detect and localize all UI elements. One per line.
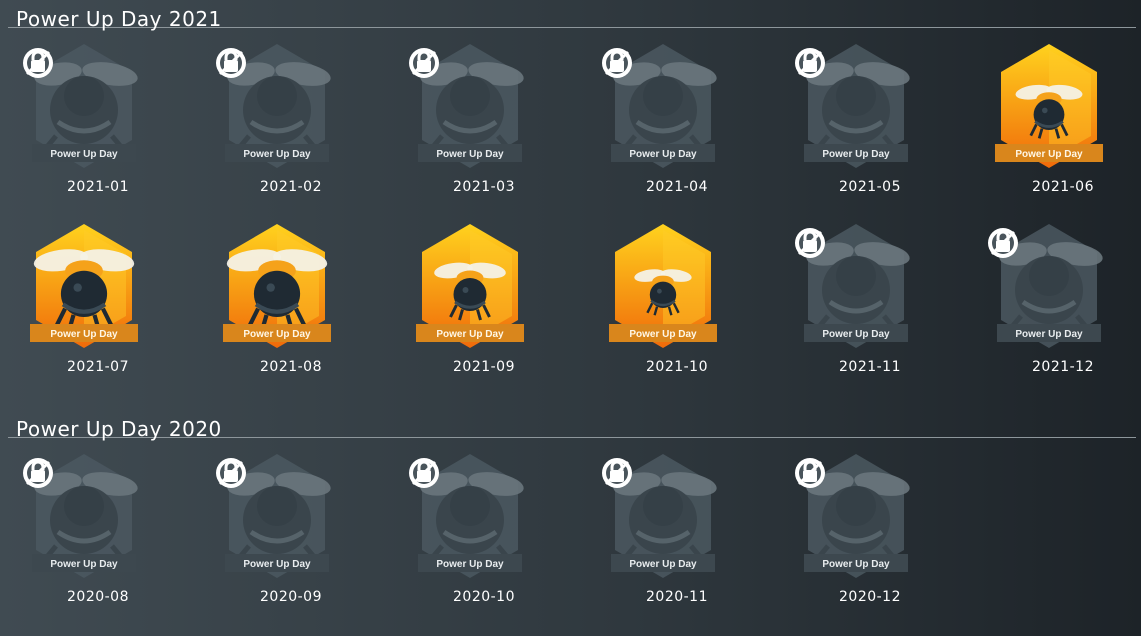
badge-2020-11[interactable]: Power Up Day 2020-11 (597, 454, 717, 624)
badge-label: 2021-06 (1032, 179, 1094, 195)
badge-label: 2020-08 (67, 589, 129, 605)
lock-icon (216, 458, 246, 488)
badge-banner-text: Power Up Day (436, 149, 504, 160)
badge-2021-12[interactable]: Power Up Day 2021-12 (983, 224, 1103, 394)
badge-label: 2021-03 (453, 179, 515, 195)
section-2021: Power Up Day 2021 Power Up Day 2021-01 P… (8, 0, 1136, 375)
badge-banner-text: Power Up Day (436, 559, 504, 570)
badge-2020-09[interactable]: Power Up Day 2020-09 (211, 454, 331, 624)
badge-label: 2021-09 (453, 359, 515, 375)
badge-label: 2021-08 (260, 359, 322, 375)
badge-banner-text: Power Up Day (50, 329, 118, 340)
badge-2021-03[interactable]: Power Up Day 2021-03 (404, 44, 524, 214)
badge-2021-01[interactable]: Power Up Day 2021-01 (18, 44, 138, 214)
lock-icon (602, 458, 632, 488)
badge-label: 2020-11 (646, 589, 708, 605)
bee-icon: Power Up Day (223, 224, 331, 348)
lock-icon (216, 48, 246, 78)
badge-2021-06[interactable]: Power Up Day 2021-06 (983, 44, 1103, 214)
lock-icon (23, 458, 53, 488)
lock-icon (409, 48, 439, 78)
badge-2021-07[interactable]: Power Up Day 2021-07 (18, 224, 138, 394)
lock-icon (23, 48, 53, 78)
badge-banner-text: Power Up Day (822, 149, 890, 160)
section-2020: Power Up Day 2020 Power Up Day 2020-08 P… (8, 410, 1136, 605)
badge-label: 2021-04 (646, 179, 708, 195)
badge-banner-text: Power Up Day (1015, 149, 1083, 160)
bee-icon: Power Up Day (30, 224, 138, 348)
badge-2021-10[interactable]: Power Up Day 2021-10 (597, 224, 717, 394)
badge-banner-text: Power Up Day (1015, 329, 1083, 340)
badge-label: 2021-10 (646, 359, 708, 375)
lock-icon (409, 458, 439, 488)
badge-banner-text: Power Up Day (629, 149, 697, 160)
badge-2021-04[interactable]: Power Up Day 2021-04 (597, 44, 717, 214)
badge-banner-text: Power Up Day (436, 329, 504, 340)
section-title: Power Up Day 2020 (8, 410, 1136, 441)
badge-label: 2020-09 (260, 589, 322, 605)
bee-icon: Power Up Day (995, 44, 1103, 168)
badge-label: 2021-07 (67, 359, 129, 375)
badge-banner-text: Power Up Day (243, 149, 311, 160)
badge-label: 2021-05 (839, 179, 901, 195)
badge-2021-05[interactable]: Power Up Day 2021-05 (790, 44, 910, 214)
lock-icon (795, 48, 825, 78)
badge-banner-text: Power Up Day (822, 559, 890, 570)
badge-banner-text: Power Up Day (629, 559, 697, 570)
lock-icon (988, 228, 1018, 258)
badge-2021-11[interactable]: Power Up Day 2021-11 (790, 224, 910, 394)
lock-icon (795, 228, 825, 258)
badge-label: 2021-11 (839, 359, 901, 375)
badge-banner-text: Power Up Day (243, 559, 311, 570)
lock-icon (795, 458, 825, 488)
badge-2021-09[interactable]: Power Up Day 2021-09 (404, 224, 524, 394)
badge-banner-text: Power Up Day (50, 149, 118, 160)
badge-2020-10[interactable]: Power Up Day 2020-10 (404, 454, 524, 624)
badge-label: 2020-10 (453, 589, 515, 605)
badge-label: 2021-12 (1032, 359, 1094, 375)
badge-2021-02[interactable]: Power Up Day 2021-02 (211, 44, 331, 214)
badge-2020-08[interactable]: Power Up Day 2020-08 (18, 454, 138, 624)
lock-icon (602, 48, 632, 78)
section-title: Power Up Day 2021 (8, 0, 1136, 31)
badge-banner-text: Power Up Day (50, 559, 118, 570)
bee-icon: Power Up Day (609, 224, 717, 348)
badge-2021-08[interactable]: Power Up Day 2021-08 (211, 224, 331, 394)
badge-2020-12[interactable]: Power Up Day 2020-12 (790, 454, 910, 624)
badge-label: 2021-02 (260, 179, 322, 195)
badge-banner-text: Power Up Day (822, 329, 890, 340)
badge-banner-text: Power Up Day (243, 329, 311, 340)
badge-banner-text: Power Up Day (629, 329, 697, 340)
bee-icon: Power Up Day (416, 224, 524, 348)
badge-label: 2021-01 (67, 179, 129, 195)
badge-label: 2020-12 (839, 589, 901, 605)
